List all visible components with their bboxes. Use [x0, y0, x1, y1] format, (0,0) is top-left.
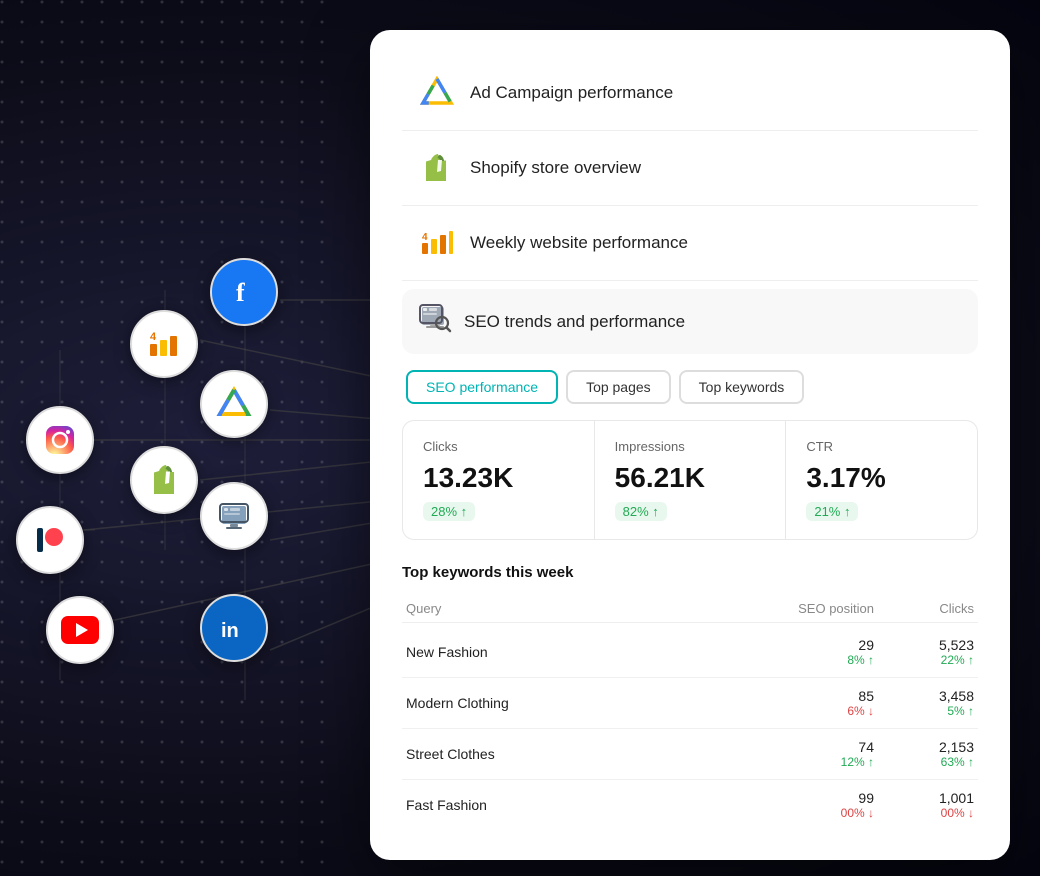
shopify-icon-circle[interactable]	[130, 446, 198, 514]
shopify-label: Shopify store overview	[470, 158, 641, 178]
scene: 4 f	[0, 0, 1040, 876]
seo-pos-2: 85 6% ↓	[734, 688, 874, 718]
seo-pos-1: 29 8% ↑	[734, 637, 874, 667]
ad-campaign-icon	[418, 74, 456, 112]
divider-1	[402, 130, 978, 131]
col-query: Query	[406, 601, 734, 616]
seo-section-title: SEO trends and performance	[464, 312, 685, 332]
clicks-4: 1,001 00% ↓	[874, 790, 974, 820]
clicks-value: 13.23K	[423, 462, 574, 494]
table-header: Query SEO position Clicks	[402, 595, 978, 623]
weekly-item[interactable]: 4 Weekly website performance	[402, 210, 978, 276]
instagram-icon-circle[interactable]	[26, 406, 94, 474]
weekly-icon: 4	[418, 224, 456, 262]
clicks-1: 5,523 22% ↑	[874, 637, 974, 667]
svg-text:4: 4	[150, 331, 157, 343]
clicks-label: Clicks	[423, 439, 574, 454]
query-1: New Fashion	[406, 644, 734, 660]
clicks-2: 3,458 5% ↑	[874, 688, 974, 718]
ctr-label: CTR	[806, 439, 957, 454]
tab-seo-performance[interactable]: SEO performance	[406, 370, 558, 404]
impressions-change: 82% ↑	[615, 502, 667, 521]
divider-3	[402, 280, 978, 281]
svg-text:4: 4	[422, 232, 428, 243]
youtube-icon-circle[interactable]	[46, 596, 114, 664]
tab-top-pages[interactable]: Top pages	[566, 370, 671, 404]
ctr-change: 21% ↑	[806, 502, 858, 521]
divider-2	[402, 205, 978, 206]
table-row: Street Clothes 74 12% ↑ 2,153 63% ↑	[402, 729, 978, 780]
shopify-item[interactable]: Shopify store overview	[402, 135, 978, 201]
query-2: Modern Clothing	[406, 695, 734, 711]
table-row: Fast Fashion 99 00% ↓ 1,001 00% ↓	[402, 780, 978, 830]
tab-top-keywords[interactable]: Top keywords	[679, 370, 805, 404]
clicks-3: 2,153 63% ↑	[874, 739, 974, 769]
ad-campaign-item[interactable]: Ad Campaign performance	[402, 60, 978, 126]
facebook-icon-circle[interactable]: f	[210, 258, 278, 326]
query-3: Street Clothes	[406, 746, 734, 762]
linkedin-icon-circle[interactable]: in	[200, 594, 268, 662]
impressions-value: 56.21K	[615, 462, 766, 494]
top-keywords-title: Top keywords this week	[402, 564, 978, 581]
col-clicks: Clicks	[874, 601, 974, 616]
stat-impressions: Impressions 56.21K 82% ↑	[595, 421, 786, 539]
stats-row: Clicks 13.23K 28% ↑ Impressions 56.21K 8…	[402, 420, 978, 540]
svg-text:f: f	[236, 278, 245, 307]
table-row: Modern Clothing 85 6% ↓ 3,458 5% ↑	[402, 678, 978, 729]
seo-pos-3: 74 12% ↑	[734, 739, 874, 769]
google-ads-icon-circle[interactable]	[200, 370, 268, 438]
stat-clicks: Clicks 13.23K 28% ↑	[403, 421, 594, 539]
seo-icon	[418, 301, 452, 342]
query-4: Fast Fashion	[406, 797, 734, 813]
main-card: Ad Campaign performance Shopify store ov…	[370, 30, 1010, 860]
clicks-change: 28% ↑	[423, 502, 475, 521]
seo-section: SEO trends and performance SEO performan…	[402, 289, 978, 830]
table-row: New Fashion 29 8% ↑ 5,523 22% ↑	[402, 627, 978, 678]
ad-campaign-label: Ad Campaign performance	[470, 83, 673, 103]
seo-pos-4: 99 00% ↓	[734, 790, 874, 820]
ctr-value: 3.17%	[806, 462, 957, 494]
col-seo-position: SEO position	[734, 601, 874, 616]
shopify-menu-icon	[418, 149, 456, 187]
patreon-icon-circle[interactable]	[16, 506, 84, 574]
seo-tabs: SEO performance Top pages Top keywords	[402, 370, 978, 404]
svg-text:in: in	[221, 620, 239, 642]
seo-header: SEO trends and performance	[402, 289, 978, 354]
stat-ctr: CTR 3.17% 21% ↑	[786, 421, 977, 539]
analytics-icon-circle[interactable]: 4	[130, 310, 198, 378]
impressions-label: Impressions	[615, 439, 766, 454]
weekly-label: Weekly website performance	[470, 233, 688, 253]
tools-icon-circle[interactable]	[200, 482, 268, 550]
